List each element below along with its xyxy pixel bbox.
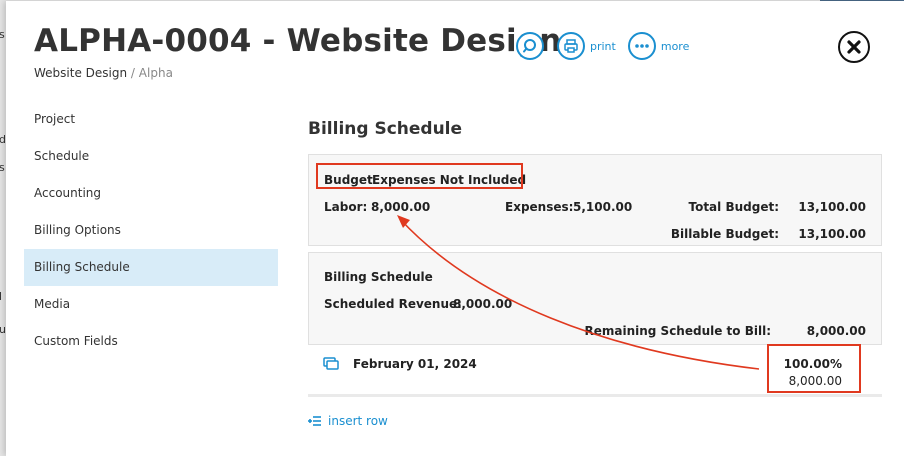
background-glyph: s bbox=[0, 161, 5, 174]
background-glyph: l bbox=[0, 290, 3, 303]
background-glyph: s bbox=[0, 28, 5, 41]
annotation-arrow bbox=[397, 215, 760, 370]
project-modal: ALPHA-0004 - Website Design Website Desi… bbox=[6, 1, 904, 456]
